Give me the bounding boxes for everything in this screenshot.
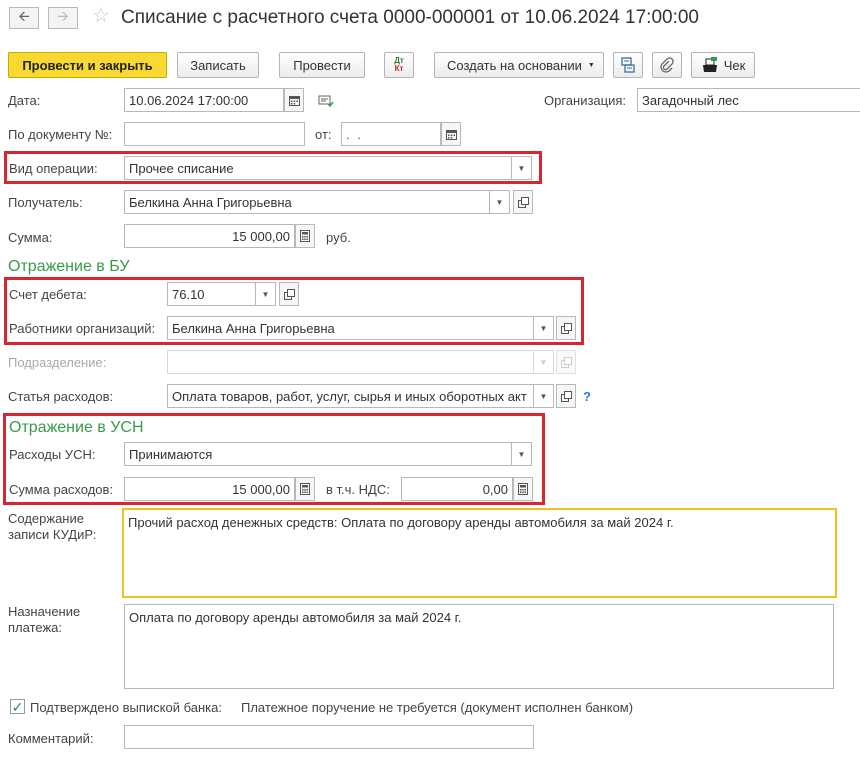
open-icon (517, 196, 529, 208)
page-title: Списание с расчетного счета 0000-000001 … (121, 7, 699, 28)
operation-label: Вид операции: (9, 161, 98, 176)
debit-label: Счет дебета: (9, 287, 87, 302)
department-field (167, 350, 534, 374)
checkmark-icon: ✓ (11, 698, 24, 715)
calculator-button[interactable] (295, 224, 315, 248)
structure-button[interactable] (613, 52, 643, 78)
debit-field[interactable]: 76.10 (167, 282, 256, 306)
vat-field[interactable]: 0,00 (401, 477, 513, 501)
operation-dropdown[interactable]: ▼ (512, 156, 532, 180)
organization-label: Организация: (544, 93, 627, 108)
document-history-icon[interactable] (318, 94, 334, 108)
paperclip-icon (660, 57, 674, 73)
date-field[interactable]: 10.06.2024 17:00:00 (124, 88, 284, 112)
operation-field[interactable]: Прочее списание (124, 156, 512, 180)
from-label: от: (315, 127, 332, 142)
usn-expenses-label: Расходы УСН: (9, 447, 96, 462)
save-button[interactable]: Записать (177, 52, 259, 78)
structure-icon (621, 57, 635, 73)
chevron-down-icon: ▼ (495, 197, 504, 207)
dt-kt-icon: Дт Кт (394, 56, 404, 73)
payment-purpose-textarea[interactable]: Оплата по договору аренды автомобиля за … (124, 604, 834, 689)
recipient-label: Получатель: (8, 195, 83, 210)
chevron-down-icon: ▼ (587, 61, 595, 69)
chevron-down-icon: ▼ (517, 449, 526, 459)
department-open-button (556, 350, 576, 374)
open-icon (560, 322, 572, 334)
attach-button[interactable] (652, 52, 682, 78)
payment-purpose-label: Назначение платежа: (8, 604, 81, 635)
usn-expenses-dropdown[interactable]: ▼ (512, 442, 532, 466)
calculator-icon (518, 483, 528, 495)
calendar-icon (288, 95, 300, 106)
post-and-close-button[interactable]: Провести и закрыть (8, 52, 167, 78)
chevron-down-icon: ▼ (539, 391, 548, 401)
expense-item-open-button[interactable] (556, 384, 576, 408)
back-button[interactable]: 🡨 (9, 7, 39, 29)
debit-dropdown[interactable]: ▼ (256, 282, 276, 306)
recipient-open-button[interactable] (513, 190, 533, 214)
expense-item-label: Статья расходов: (8, 389, 114, 404)
star-icon[interactable]: ☆ (92, 6, 110, 26)
calendar-button-2[interactable] (441, 122, 461, 146)
expenses-sum-field[interactable]: 15 000,00 (124, 477, 295, 501)
chevron-down-icon: ▼ (517, 163, 526, 173)
bank-confirmed-checkbox[interactable]: ✓ (10, 699, 25, 714)
arrow-left-icon: 🡨 (18, 8, 30, 24)
expense-item-field[interactable]: Оплата товаров, работ, услуг, сырья и ин… (167, 384, 534, 408)
bu-section-title: Отражение в БУ (8, 258, 130, 275)
vat-label: в т.ч. НДС: (326, 482, 390, 497)
currency-label: руб. (326, 230, 351, 245)
open-icon (560, 356, 572, 368)
open-icon (560, 390, 572, 402)
arrow-right-icon: 🡪 (57, 8, 69, 24)
debit-open-button[interactable] (279, 282, 299, 306)
payment-order-note: Платежное поручение не требуется (докуме… (241, 700, 634, 715)
comment-label: Комментарий: (8, 731, 94, 746)
chevron-down-icon: ▼ (539, 323, 548, 333)
dt-kt-button[interactable]: Дт Кт (384, 52, 414, 78)
calculator-button-2[interactable] (295, 477, 315, 501)
calculator-icon (300, 230, 310, 242)
bank-confirmed-label: Подтверждено выпиской банка: (30, 700, 222, 715)
date-label: Дата: (8, 93, 41, 108)
employees-open-button[interactable] (556, 316, 576, 340)
calendar-icon (445, 129, 457, 140)
employees-dropdown[interactable]: ▼ (534, 316, 554, 340)
employees-field[interactable]: Белкина Анна Григорьевна (167, 316, 534, 340)
doc-number-field[interactable] (124, 122, 305, 146)
amount-field[interactable]: 15 000,00 (124, 224, 295, 248)
forward-button[interactable]: 🡪 (48, 7, 78, 29)
recipient-dropdown[interactable]: ▼ (490, 190, 510, 214)
organization-field[interactable]: Загадочный лес (637, 88, 860, 112)
from-date-field[interactable]: . . (341, 122, 441, 146)
amount-label: Сумма: (8, 230, 53, 245)
help-icon[interactable]: ? (583, 389, 591, 404)
create-based-on-button[interactable]: Создать на основании ▼ (434, 52, 604, 78)
expense-item-dropdown[interactable]: ▼ (534, 384, 554, 408)
kudir-label: Содержание записи КУДиР: (8, 511, 97, 542)
expenses-sum-label: Сумма расходов: (9, 482, 114, 497)
receipt-button[interactable]: Чек (691, 52, 755, 78)
open-icon (283, 288, 295, 300)
chevron-down-icon: ▼ (539, 357, 548, 367)
usn-expenses-field[interactable]: Принимаются (124, 442, 512, 466)
employees-label: Работники организаций: (9, 321, 156, 336)
chevron-down-icon: ▼ (261, 289, 270, 299)
recipient-field[interactable]: Белкина Анна Григорьевна (124, 190, 490, 214)
calendar-button[interactable] (284, 88, 304, 112)
post-button[interactable]: Провести (279, 52, 365, 78)
comment-field[interactable] (124, 725, 534, 749)
doc-number-label: По документу №: (8, 127, 113, 142)
calculator-button-3[interactable] (513, 477, 533, 501)
department-label: Подразделение: (8, 355, 107, 370)
calculator-icon (300, 483, 310, 495)
cash-register-icon (702, 57, 717, 72)
usn-section-title: Отражение в УСН (9, 419, 144, 436)
department-dropdown: ▼ (534, 350, 554, 374)
kudir-textarea[interactable]: Прочий расход денежных средств: Оплата п… (122, 508, 837, 598)
